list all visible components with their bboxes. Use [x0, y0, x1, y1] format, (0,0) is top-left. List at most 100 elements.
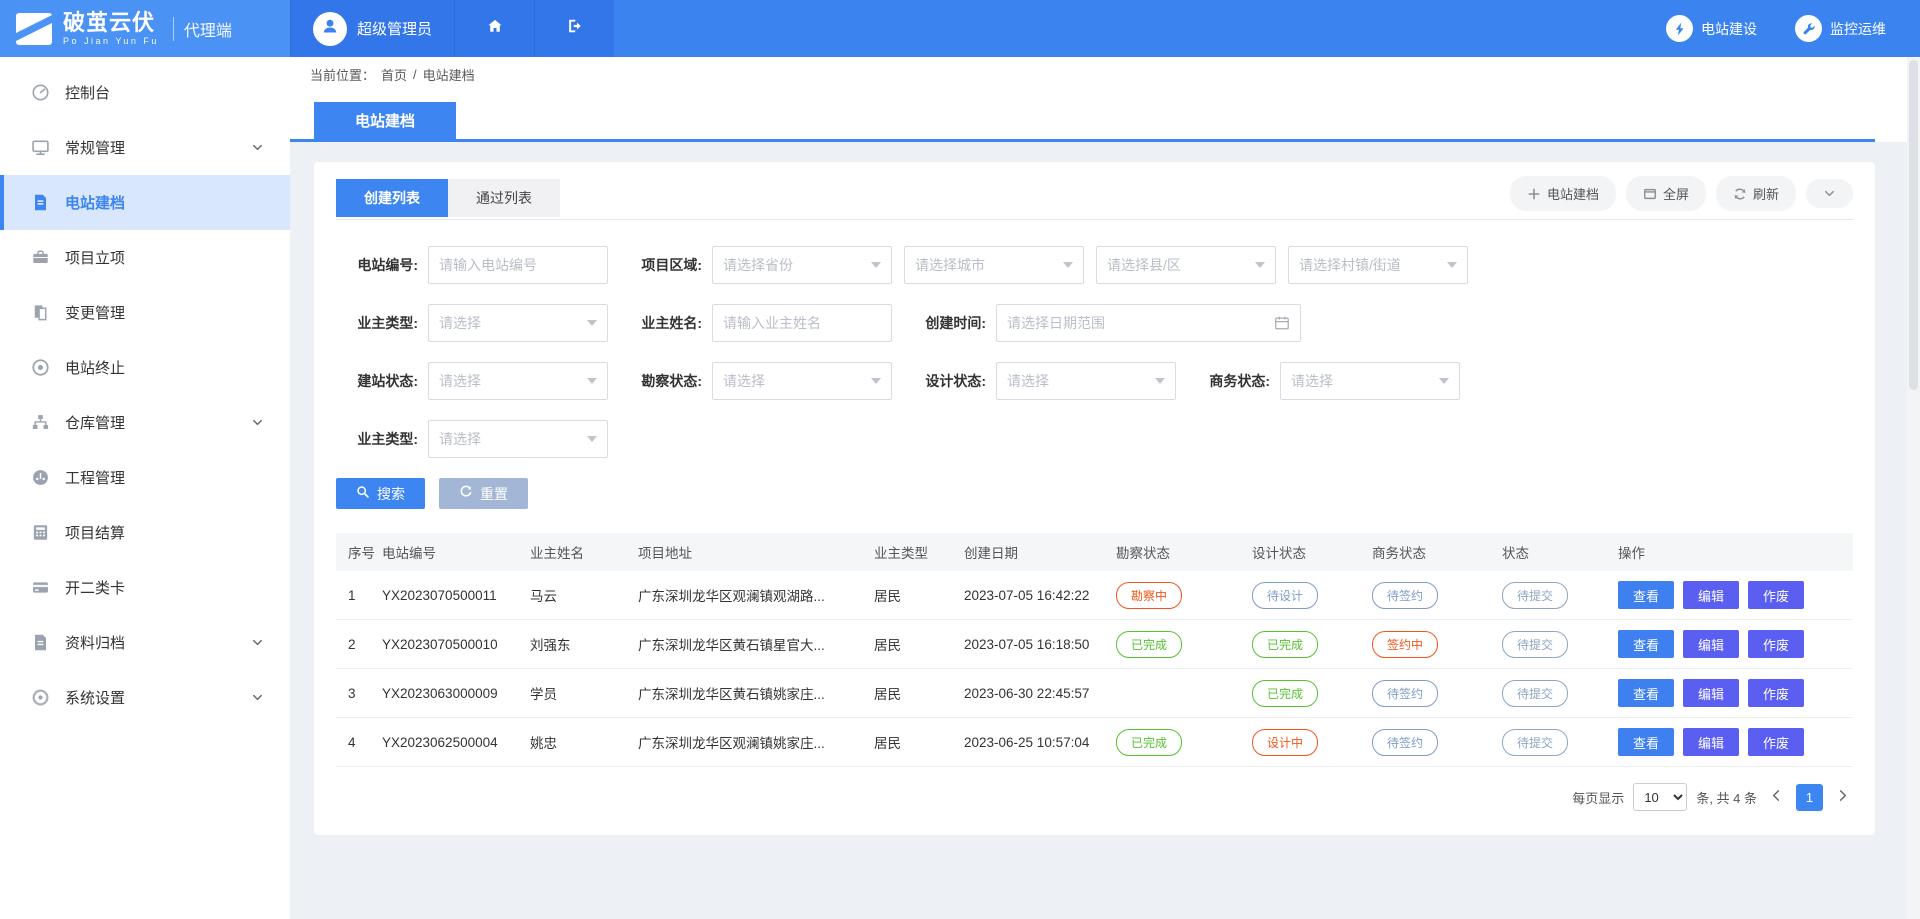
breadcrumb-home[interactable]: 首页	[381, 65, 407, 84]
cell-index: 1	[348, 588, 382, 603]
sidebar-item[interactable]: 电站建档	[0, 175, 290, 230]
cell-created-date: 2023-06-30 22:45:57	[964, 686, 1116, 701]
edit-button[interactable]: 编辑	[1683, 581, 1739, 609]
toolbar: 电站建档 全屏 刷新	[1510, 176, 1853, 219]
page-tab-row: 电站建档	[290, 92, 1875, 142]
search-label: 搜索	[377, 484, 405, 504]
sidebar-item[interactable]: 系统设置	[0, 670, 290, 725]
logout-button[interactable]	[534, 0, 614, 57]
col-header: 项目地址	[638, 542, 874, 562]
void-button[interactable]: 作废	[1748, 679, 1804, 707]
pagination: 每页显示 10 条, 共 4 条 1	[336, 783, 1853, 811]
list-tab[interactable]: 通过列表	[448, 179, 560, 217]
home-button[interactable]	[454, 0, 534, 57]
void-button[interactable]: 作废	[1748, 728, 1804, 756]
filter-input[interactable]: 请选择	[428, 420, 608, 458]
add-station-button[interactable]: 电站建档	[1510, 176, 1616, 211]
col-header: 创建日期	[964, 542, 1116, 562]
filter-input[interactable]: 请选择日期范围	[996, 304, 1301, 342]
filter-input[interactable]: 请选择	[996, 362, 1176, 400]
per-page-select[interactable]: 10	[1633, 783, 1687, 811]
filter-placeholder: 请选择	[439, 313, 581, 333]
void-button[interactable]: 作废	[1748, 630, 1804, 658]
sidebar-item[interactable]: 资料归档	[0, 615, 290, 670]
view-button[interactable]: 查看	[1618, 679, 1674, 707]
sidebar-item-label: 开二类卡	[65, 577, 264, 598]
filter-input[interactable]: 请选择省份	[712, 246, 892, 284]
list-tab[interactable]: 创建列表	[336, 179, 448, 217]
user-icon	[320, 16, 340, 41]
scrollbar[interactable]	[1907, 57, 1920, 919]
select-caret-icon	[1439, 378, 1449, 384]
sidebar-item[interactable]: 常规管理	[0, 120, 290, 175]
cell-actions: 查看 编辑 作废	[1618, 581, 1853, 609]
page-number-button[interactable]: 1	[1796, 784, 1823, 811]
sidebar-item[interactable]: 电站终止	[0, 340, 290, 395]
select-caret-icon	[1255, 262, 1265, 268]
view-button[interactable]: 查看	[1618, 630, 1674, 658]
edit-button[interactable]: 编辑	[1683, 679, 1739, 707]
cell-owner-type: 居民	[874, 732, 964, 752]
filter-input[interactable]: 请选择村镇/街道	[1288, 246, 1468, 284]
sidebar-item[interactable]: 仓库管理	[0, 395, 290, 450]
nav-monitor-ops-label: 监控运维	[1830, 19, 1886, 39]
filter-field: 建站状态: 请选择	[336, 362, 608, 400]
filter-label: 商务状态:	[1188, 371, 1280, 391]
refresh-button[interactable]: 刷新	[1716, 176, 1796, 211]
filter-field: 请选择城市	[904, 246, 1084, 284]
cell-owner-type: 居民	[874, 683, 964, 703]
select-caret-icon	[871, 378, 881, 384]
cell-owner-name: 刘强东	[530, 634, 638, 654]
sidebar-item[interactable]: 工程管理	[0, 450, 290, 505]
prev-page-button[interactable]	[1766, 785, 1787, 809]
next-page-button[interactable]	[1832, 785, 1853, 809]
reset-button[interactable]: 重置	[439, 478, 528, 509]
fullscreen-button[interactable]: 全屏	[1626, 176, 1706, 211]
filter-input[interactable]: 请输入业主姓名	[712, 304, 892, 342]
void-button[interactable]: 作废	[1748, 581, 1804, 609]
cell-created-date: 2023-07-05 16:18:50	[964, 637, 1116, 652]
filter-input[interactable]: 请选择城市	[904, 246, 1084, 284]
search-button[interactable]: 搜索	[336, 478, 425, 509]
filter-placeholder: 请选择	[1007, 371, 1149, 391]
view-button[interactable]: 查看	[1618, 581, 1674, 609]
status-badge: 待提交	[1502, 680, 1568, 707]
user-name: 超级管理员	[357, 18, 432, 39]
filter-input[interactable]: 请选择	[428, 362, 608, 400]
avatar	[313, 12, 347, 46]
sidebar-item-icon	[30, 578, 50, 598]
view-button[interactable]: 查看	[1618, 728, 1674, 756]
filter-input[interactable]: 请选择	[712, 362, 892, 400]
logo-title: 破茧云伏	[63, 12, 159, 34]
cell-design-status: 待设计	[1252, 582, 1372, 609]
sidebar-item[interactable]: 变更管理	[0, 285, 290, 340]
filter-input[interactable]: 请输入电站编号	[428, 246, 608, 284]
page-tab[interactable]: 电站建档	[314, 102, 456, 139]
scrollbar-thumb[interactable]	[1909, 60, 1918, 390]
sidebar-item[interactable]: 项目结算	[0, 505, 290, 560]
collapse-button[interactable]	[1806, 179, 1853, 208]
user-menu[interactable]: 超级管理员	[290, 0, 454, 57]
col-header: 序号	[348, 542, 382, 562]
cell-business-status: 待签约	[1372, 729, 1502, 756]
sidebar-item-label: 变更管理	[65, 302, 264, 323]
nav-monitor-ops[interactable]: 监控运维	[1795, 15, 1886, 42]
sidebar-item[interactable]: 项目立项	[0, 230, 290, 285]
survey-status-badge: 已完成	[1116, 631, 1182, 658]
status-badge: 待提交	[1502, 729, 1568, 756]
nav-station-build[interactable]: 电站建设	[1666, 15, 1757, 42]
top-nav: 电站建设 监控运维	[1666, 0, 1920, 57]
filter-input[interactable]: 请选择	[428, 304, 608, 342]
cell-owner-name: 学员	[530, 683, 638, 703]
search-icon	[356, 485, 370, 502]
filter-label: 电站编号:	[336, 255, 428, 275]
edit-button[interactable]: 编辑	[1683, 728, 1739, 756]
top-bar: 破茧云伏 Po Jian Yun Fu 代理端 超级管理员 电站建设	[0, 0, 1920, 57]
sidebar-item-label: 常规管理	[65, 137, 251, 158]
filter-input[interactable]: 请选择	[1280, 362, 1460, 400]
filter-input[interactable]: 请选择县/区	[1096, 246, 1276, 284]
main-content: 当前位置： 首页 / 电站建档 电站建档 创建列表 通过列表	[290, 57, 1920, 919]
sidebar-item[interactable]: 开二类卡	[0, 560, 290, 615]
edit-button[interactable]: 编辑	[1683, 630, 1739, 658]
sidebar-item[interactable]: 控制台	[0, 65, 290, 120]
